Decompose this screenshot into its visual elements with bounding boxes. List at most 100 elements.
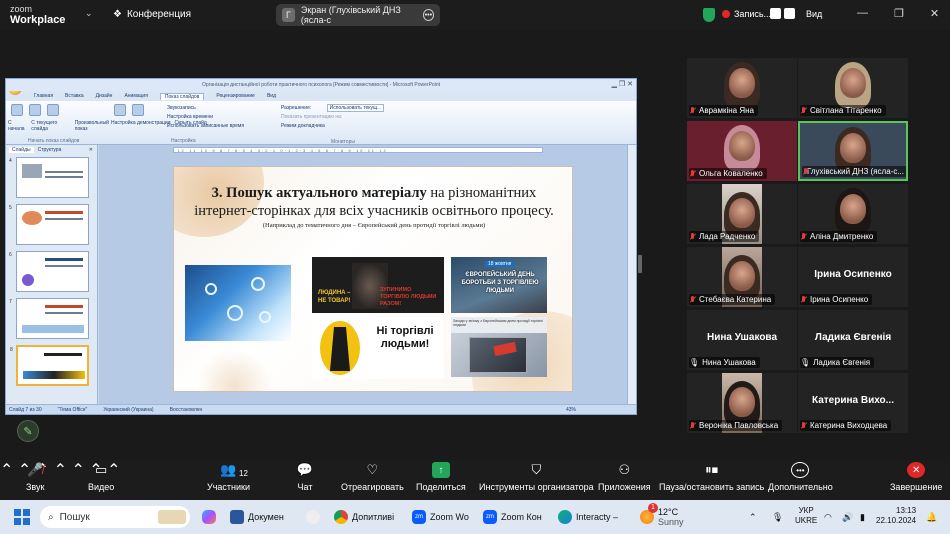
taskbar-app-zoom-workplace[interactable]: zm Zoom Wo: [412, 507, 469, 527]
share-button[interactable]: ↑ Поделиться: [416, 462, 466, 492]
taskbar-app-word[interactable]: Докумен: [230, 507, 284, 527]
close-icon[interactable]: ✕: [930, 7, 939, 20]
weather-widget[interactable]: 1 12°C Sunny: [640, 503, 684, 527]
participant-tile[interactable]: Нина Ушакова 🎙 Нина Ушакова: [687, 310, 797, 370]
participant-tile[interactable]: Аліна Дмитренко: [798, 184, 908, 244]
mic-muted-icon: [802, 167, 807, 176]
hide-slide-icon[interactable]: [132, 104, 144, 116]
rehearse-timings-option[interactable]: Настройка времени: [167, 113, 244, 122]
vertical-scrollbar[interactable]: [627, 145, 636, 406]
tab-design[interactable]: Дизайн: [96, 93, 113, 99]
mic-muted-icon: [689, 169, 696, 178]
pause-stop-recording-button[interactable]: ⏸⏹ Пауза/остановить запись: [659, 462, 764, 492]
heart-icon: ♡: [366, 462, 379, 477]
tray-chevron-icon[interactable]: ⌃: [749, 507, 757, 527]
participant-tile[interactable]: Ірина Осипенко Ірина Осипенко: [798, 247, 908, 307]
participant-label: Аврамкіна Яна: [689, 105, 758, 116]
tab-animation[interactable]: Анимация: [124, 93, 147, 99]
battery-icon[interactable]: ▮: [860, 507, 865, 527]
current-slide[interactable]: 3. Пошук актуального матеріалу на різном…: [173, 166, 573, 392]
participant-tile[interactable]: Вероніка Павловська: [687, 373, 797, 433]
events-article-image: Заходи у зв'язку з Європейським днем про…: [451, 317, 547, 377]
clock[interactable]: 13:13 22.10.2024: [876, 506, 916, 526]
windows-start-icon[interactable]: [14, 509, 30, 525]
audio-button[interactable]: 🎤̸ Звук: [26, 462, 44, 492]
slide-thumbnail-selected[interactable]: 8: [10, 345, 89, 386]
notifications-bell-icon[interactable]: 🔔: [926, 507, 937, 527]
security-shield-icon[interactable]: [703, 8, 715, 22]
resolution-select[interactable]: Использовать текущ...: [326, 104, 385, 112]
taskbar-app-chrome[interactable]: Допитливі: [334, 507, 394, 527]
slide-thumbnail[interactable]: 6: [9, 251, 89, 292]
record-narration-option[interactable]: Звукозапись: [167, 104, 244, 113]
custom-show-icon[interactable]: [47, 104, 59, 116]
setup-show-label[interactable]: Настройка демонстрации: [111, 120, 170, 126]
participant-tile[interactable]: Ладика Євгенія 🎙 Ладика Євгенія: [798, 310, 908, 370]
react-button[interactable]: ♡ Отреагировать: [341, 462, 404, 492]
slide-thumbnail[interactable]: 5: [9, 204, 89, 245]
slides-tab[interactable]: Слайды: [9, 146, 34, 153]
minimize-icon[interactable]: —: [857, 7, 868, 20]
more-label: Дополнительно: [768, 482, 833, 492]
pause-recording-icon[interactable]: [770, 8, 781, 19]
wifi-icon[interactable]: ◠: [824, 507, 832, 527]
more-button[interactable]: ••• Дополнительно: [768, 462, 833, 492]
chat-button[interactable]: 💬 Чат: [296, 462, 314, 492]
from-current-label[interactable]: С текущего слайда: [31, 120, 71, 132]
tab-view[interactable]: Вид: [267, 93, 276, 99]
audio-caret-icon[interactable]: ⌃: [0, 462, 13, 479]
more-icon[interactable]: •••: [422, 9, 434, 21]
mic-tray-icon[interactable]: 🎙: [772, 507, 783, 527]
ppt-window-controls[interactable]: ▁ ❐ ✕: [612, 79, 633, 91]
restore-icon[interactable]: ❐: [894, 7, 904, 20]
chat-caret-icon[interactable]: ⌃: [54, 462, 67, 479]
from-current-icon[interactable]: [29, 104, 41, 116]
taskbar-app-misc[interactable]: [306, 507, 320, 527]
volume-icon[interactable]: 🔊: [842, 507, 853, 527]
img2-text-a: ЛЮДИНА –: [318, 290, 351, 296]
tab-insert[interactable]: Вставка: [65, 93, 84, 99]
copilot-icon[interactable]: [202, 507, 216, 527]
chevron-down-icon[interactable]: ⌄: [85, 8, 93, 19]
logo-line2: Workplace: [10, 14, 66, 26]
use-timings-checkbox[interactable]: Использовать записанные время: [167, 122, 244, 131]
participant-tile[interactable]: Світлана Тітаренко: [798, 58, 908, 118]
participant-tile-active-speaker[interactable]: Глухівський ДНЗ (ясла-с...: [798, 121, 908, 181]
ppt-ribbon-tabs: Главная Вставка Дизайн Анимация Показ сл…: [6, 91, 636, 101]
react-caret-icon[interactable]: ⌃: [71, 462, 84, 479]
end-meeting-button[interactable]: ✕ Завершение: [890, 462, 942, 492]
taskbar-app-edge[interactable]: Interacty –: [558, 507, 618, 527]
from-start-label[interactable]: С начала: [8, 120, 27, 132]
presenter-view-checkbox[interactable]: Режим докладчика: [281, 122, 431, 131]
zoom-level[interactable]: 43%: [566, 407, 576, 413]
close-pane-icon[interactable]: ✕: [89, 147, 93, 153]
participant-big-name: Ладика Євгенія: [814, 332, 892, 343]
slide-thumbnail[interactable]: 7: [9, 298, 89, 339]
tab-slideshow[interactable]: Показ слайдов: [159, 92, 205, 100]
participant-tile[interactable]: Ольга Коваленко: [687, 121, 797, 181]
panel-resize-handle[interactable]: [638, 255, 642, 273]
language-indicator[interactable]: УКР UKRE: [795, 506, 817, 526]
setup-show-icon[interactable]: [114, 104, 126, 116]
slides-pane: Слайды Структура ✕ 4 5 6 7 8: [6, 145, 98, 406]
tab-home[interactable]: Главная: [34, 93, 53, 99]
slide-thumbnail[interactable]: 4: [9, 157, 89, 198]
stop-recording-icon[interactable]: [784, 8, 795, 19]
participant-tile[interactable]: Аврамкіна Яна: [687, 58, 797, 118]
participant-tile[interactable]: Лада Радченко: [687, 184, 797, 244]
participant-tile[interactable]: Стебаєва Катерина: [687, 247, 797, 307]
european-day-image: 18 жовтня ЄВРОПЕЙСЬКИЙ ДЕНЬ БОРОТЬБИ З Т…: [451, 257, 547, 313]
taskbar-app-zoom-meeting[interactable]: zm Zoom Кон: [483, 507, 542, 527]
video-button[interactable]: ▭ Видео: [88, 462, 114, 492]
view-menu[interactable]: Вид: [806, 9, 822, 19]
outline-tab[interactable]: Структура: [38, 147, 62, 153]
from-start-icon[interactable]: [11, 104, 23, 116]
participant-tile[interactable]: Катерина Вихо... Катерина Виходцева: [798, 373, 908, 433]
taskbar-search[interactable]: ⌕ Пошук: [40, 506, 190, 528]
annotate-pen-icon[interactable]: ✎: [17, 420, 39, 442]
screen-share-indicator[interactable]: Г Экран (Глухівський ДНЗ (ясла-с •••: [276, 4, 440, 26]
apps-button[interactable]: ⚇ Приложения: [598, 462, 651, 492]
host-tools-button[interactable]: ⛉ Инструменты организатора: [479, 462, 594, 492]
conference-menu[interactable]: ❖ Конференция: [113, 9, 191, 20]
tab-review[interactable]: Рецензирование: [216, 93, 255, 99]
